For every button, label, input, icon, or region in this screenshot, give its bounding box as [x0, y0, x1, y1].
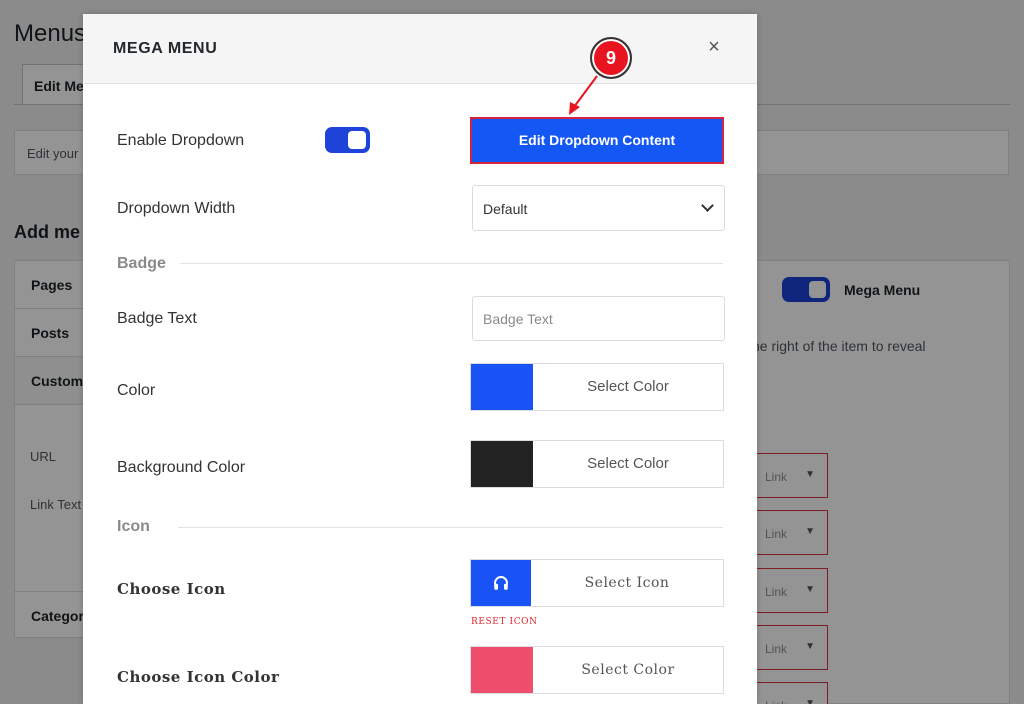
icon-color-swatch	[471, 647, 533, 693]
background-color-label: Background Color	[117, 459, 246, 476]
enable-dropdown-toggle[interactable]	[325, 127, 370, 153]
color-label: Color	[117, 382, 156, 399]
section-divider	[178, 527, 723, 528]
badge-text-label: Badge Text	[117, 310, 197, 327]
icon-preview	[471, 560, 531, 606]
select-color-button[interactable]: Select Color	[533, 441, 723, 487]
mega-menu-modal: MEGA MENU × Enable Dropdown Edit Dropdow…	[83, 14, 757, 704]
headphones-icon	[494, 576, 508, 590]
choose-icon-label: Choose Icon	[117, 580, 226, 598]
step-number-badge: 9	[590, 37, 632, 79]
icon-color-picker[interactable]: Select Color	[470, 646, 724, 694]
modal-header: MEGA MENU ×	[83, 14, 757, 84]
background-color-swatch	[471, 441, 533, 487]
reset-icon-link[interactable]: RESET ICON	[471, 617, 538, 627]
chevron-down-icon	[701, 199, 714, 212]
badge-section-heading: Badge	[117, 255, 166, 272]
select-color-button[interactable]: Select Color	[533, 364, 723, 410]
enable-dropdown-label: Enable Dropdown	[117, 132, 245, 149]
section-divider	[180, 263, 723, 264]
select-icon-button[interactable]: Select Icon	[531, 560, 723, 606]
select-color-button[interactable]: Select Color	[533, 647, 723, 693]
badge-text-input[interactable]	[472, 296, 725, 341]
icon-picker[interactable]: Select Icon	[470, 559, 724, 607]
modal-title: MEGA MENU	[113, 40, 218, 57]
edit-dropdown-content-button[interactable]: Edit Dropdown Content	[470, 117, 724, 164]
dropdown-width-value: Default	[483, 201, 528, 217]
toggle-knob	[348, 131, 366, 149]
color-swatch	[471, 364, 533, 410]
color-picker[interactable]: Select Color	[470, 363, 724, 411]
close-icon[interactable]: ×	[703, 36, 725, 58]
dropdown-width-label: Dropdown Width	[117, 200, 236, 217]
choose-icon-color-label: Choose Icon Color	[117, 668, 280, 686]
dropdown-width-select[interactable]: Default	[472, 185, 725, 231]
background-color-picker[interactable]: Select Color	[470, 440, 724, 488]
icon-section-heading: Icon	[117, 518, 150, 535]
